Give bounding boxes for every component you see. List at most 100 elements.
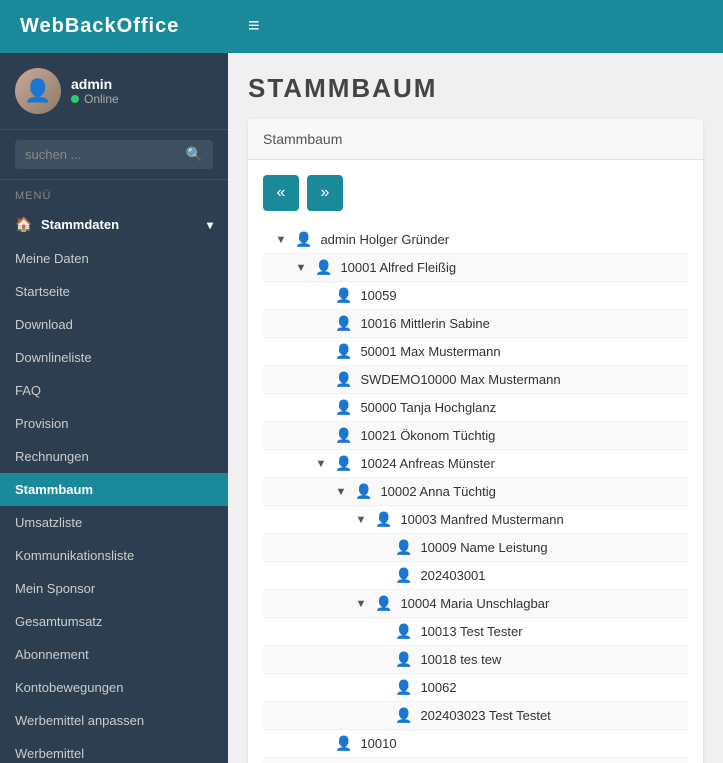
sidebar-item-kontobewegungen[interactable]: Kontobewegungen [0, 671, 228, 704]
collapse-icon[interactable]: ▼ [353, 513, 369, 527]
sidebar-item-werbemittel-anpassen[interactable]: Werbemittel anpassen [0, 704, 228, 737]
tree-node-label: 10013 Test Tester [420, 624, 522, 639]
tree-node-label: 10016 Mittlerin Sabine [360, 316, 489, 331]
person-icon: 👤 [395, 707, 412, 724]
tree-row[interactable]: 👤10021 Ökonom Tüchtig [263, 422, 688, 450]
sidebar-item-stammbaum[interactable]: Stammbaum [0, 473, 228, 506]
expand-all-button[interactable]: » [307, 175, 343, 211]
tree-row[interactable]: 👤 10016 Mittlerin Sabine [263, 310, 688, 338]
tree-row[interactable]: 👤10059 [263, 282, 688, 310]
tree-row[interactable]: 👤 10013 Test Tester [263, 618, 688, 646]
tree-row[interactable]: ▼👤10002 Anna Tüchtig [263, 478, 688, 506]
person-icon: 👤 [395, 623, 412, 640]
leaf-icon [313, 345, 329, 359]
leaf-icon [373, 681, 389, 695]
nav-label-download: Download [15, 317, 73, 332]
tree-node-label: 202403023 Test Testet [420, 708, 550, 723]
tree-node-label: 10024 Anfreas Münster [360, 456, 494, 471]
tree-row[interactable]: ▼ 👤 10001 Alfred Fleißig [263, 254, 688, 282]
tree-row[interactable]: 👤10018 tes tew [263, 646, 688, 674]
tree-row[interactable]: 👤 202403023 Test Testet [263, 702, 688, 730]
person-icon: 👤 [335, 735, 352, 752]
sidebar-item-umsatzliste[interactable]: Umsatzliste [0, 506, 228, 539]
avatar: 👤 [15, 68, 61, 114]
nav-label-abonnement: Abonnement [15, 647, 89, 662]
sidebar-item-faq[interactable]: FAQ [0, 374, 228, 407]
nav-label-kommunikationsliste: Kommunikationsliste [15, 548, 134, 563]
hamburger-icon[interactable]: ≡ [248, 15, 260, 38]
sidebar-item-stammdaten[interactable]: 🏠 Stammdaten ▾ [0, 207, 228, 242]
collapse-icon[interactable]: ▼ [273, 233, 289, 247]
tree-node-label: 10002 Anna Tüchtig [380, 484, 495, 499]
search-section: 🔍 [0, 130, 228, 180]
nav-label-umsatzliste: Umsatzliste [15, 515, 82, 530]
user-status: Online [71, 92, 119, 106]
sidebar-item-provision[interactable]: Provision [0, 407, 228, 440]
tree-row[interactable]: ▼👤admin Holger Gründer [263, 226, 688, 254]
sidebar-item-rechnungen[interactable]: Rechnungen [0, 440, 228, 473]
tree-row[interactable]: 👤10062 [263, 674, 688, 702]
sidebar-item-gesamtumsatz[interactable]: Gesamtumsatz [0, 605, 228, 638]
tree-node-label: 50000 Tanja Hochglanz [360, 400, 496, 415]
leaf-icon [313, 429, 329, 443]
person-icon: 👤 [315, 259, 332, 276]
tree-node-label: 10018 tes tew [420, 652, 501, 667]
sidebar-item-meine-daten[interactable]: Meine Daten [0, 242, 228, 275]
tree-node-label: 10059 [360, 288, 396, 303]
tree-row[interactable]: 👤 50000 Tanja Hochglanz [263, 394, 688, 422]
person-icon: 👤 [335, 399, 352, 416]
tree-row[interactable]: 👤202403001 [263, 562, 688, 590]
leaf-icon [313, 373, 329, 387]
sidebar-item-abonnement[interactable]: Abonnement [0, 638, 228, 671]
menu-label: Menü [0, 180, 228, 207]
stammbaum-card: Stammbaum « » ▼👤admin Holger Gründer▼👤10… [248, 119, 703, 763]
app-title: WebBackOffice [0, 0, 228, 53]
search-icon[interactable]: 🔍 [186, 146, 203, 163]
tree-row[interactable]: 👤 10010 [263, 730, 688, 758]
tree-row[interactable]: ▼ 👤 10024 Anfreas Münster [263, 450, 688, 478]
user-section: 👤 admin Online [0, 53, 228, 130]
nav-label-downlineliste: Downlineliste [15, 350, 92, 365]
arrow-icon: ▾ [207, 218, 213, 232]
tree-row[interactable]: 👤SWDEMO10000 Max Mustermann [263, 366, 688, 394]
collapse-icon[interactable]: ▼ [313, 457, 329, 471]
sidebar-item-download[interactable]: Download [0, 308, 228, 341]
tree-node-label: 10062 [420, 680, 456, 695]
nav-label-faq: FAQ [15, 383, 41, 398]
sidebar-item-werbemittel[interactable]: Werbemittel [0, 737, 228, 763]
collapse-all-button[interactable]: « [263, 175, 299, 211]
sidebar-item-startseite[interactable]: Startseite [0, 275, 228, 308]
tree-node-label: 10001 Alfred Fleißig [340, 260, 456, 275]
nav-label-provision: Provision [15, 416, 68, 431]
person-icon: 👤 [335, 315, 352, 332]
collapse-icon[interactable]: ▼ [333, 485, 349, 499]
tree-row[interactable]: 👤10009 Name Leistung [263, 534, 688, 562]
avatar-image: 👤 [15, 68, 61, 114]
sidebar-item-downlineliste[interactable]: Downlineliste [0, 341, 228, 374]
person-icon: 👤 [395, 567, 412, 584]
person-icon: 👤 [375, 511, 392, 528]
tree-row[interactable]: 👤10017 Test Tesw [263, 758, 688, 763]
sidebar-item-mein-sponsor[interactable]: Mein Sponsor [0, 572, 228, 605]
person-icon: 👤 [375, 595, 392, 612]
tree-row[interactable]: 👤50001 Max Mustermann [263, 338, 688, 366]
tree-node-label: 10010 [360, 736, 396, 751]
leaf-icon [373, 625, 389, 639]
card-body: « » ▼👤admin Holger Gründer▼👤10001 Alfred… [248, 160, 703, 763]
status-text: Online [84, 92, 119, 106]
card-header: Stammbaum [248, 119, 703, 160]
collapse-icon[interactable]: ▼ [293, 261, 309, 275]
nav-label-kontobewegungen: Kontobewegungen [15, 680, 123, 695]
tree-node-label: 10003 Manfred Mustermann [400, 512, 563, 527]
nav-label-stammbaum: Stammbaum [15, 482, 93, 497]
search-input[interactable] [25, 147, 178, 162]
sidebar-item-kommunikationsliste[interactable]: Kommunikationsliste [0, 539, 228, 572]
person-icon: 👤 [335, 427, 352, 444]
collapse-icon[interactable]: ▼ [353, 597, 369, 611]
nav-label-gesamtumsatz: Gesamtumsatz [15, 614, 102, 629]
person-icon: 👤 [335, 455, 352, 472]
status-dot [71, 95, 79, 103]
tree-row[interactable]: ▼👤10004 Maria Unschlagbar [263, 590, 688, 618]
page-area: STAMMBAUM Stammbaum « » ▼👤admin Holger G… [228, 53, 723, 763]
tree-row[interactable]: ▼ 👤 10003 Manfred Mustermann [263, 506, 688, 534]
